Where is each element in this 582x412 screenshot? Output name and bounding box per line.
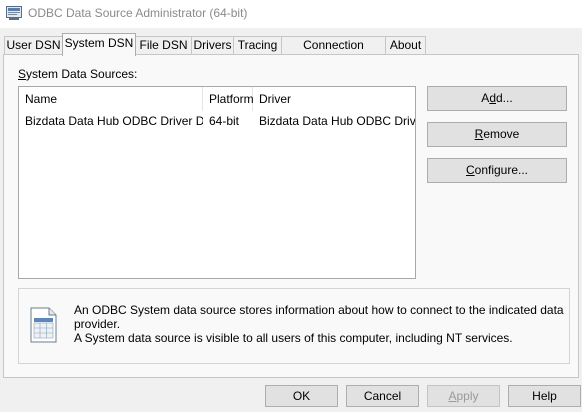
tab-strip: User DSN System DSN File DSN Drivers Tra… <box>0 33 582 68</box>
list-header: Name Platform Driver <box>19 87 415 111</box>
cancel-button[interactable]: Cancel <box>346 385 419 407</box>
system-data-sources-label: System Data Sources: <box>18 67 138 81</box>
tab-panel-system-dsn: System Data Sources: Name Platform Drive… <box>3 54 579 378</box>
info-text-line-2: A System data source is visible to all u… <box>74 331 513 345</box>
tab-file-dsn[interactable]: File DSN <box>135 36 192 54</box>
dsn-driver: Bizdata Data Hub ODBC Driver <box>259 114 415 128</box>
window-title: ODBC Data Source Administrator (64-bit) <box>28 6 248 20</box>
info-text-line-1: An ODBC System data source stores inform… <box>74 303 564 331</box>
column-header-driver[interactable]: Driver <box>253 87 415 111</box>
help-button[interactable]: Help <box>508 385 581 407</box>
ok-button[interactable]: OK <box>265 385 338 407</box>
column-header-platform[interactable]: Platform <box>203 87 254 111</box>
column-header-name[interactable]: Name <box>19 87 203 111</box>
tab-drivers[interactable]: Drivers <box>191 36 234 54</box>
apply-button[interactable]: Apply <box>427 385 500 407</box>
data-source-document-icon <box>30 307 57 343</box>
odbc-admin-icon <box>6 6 22 20</box>
tab-system-dsn[interactable]: System DSN <box>62 33 136 56</box>
dsn-platform: 64-bit <box>209 114 240 128</box>
info-box: An ODBC System data source stores inform… <box>18 288 570 364</box>
list-item[interactable]: Bizdata Data Hub ODBC Driver DSN 64-bit … <box>19 111 415 131</box>
dsn-name: Bizdata Data Hub ODBC Driver DSN <box>25 114 203 128</box>
tab-connection-pooling[interactable]: Connection Pooling <box>281 36 386 68</box>
remove-button[interactable]: Remove <box>427 122 567 147</box>
tab-about[interactable]: About <box>385 36 426 54</box>
system-data-sources-list[interactable]: Name Platform Driver Bizdata Data Hub OD… <box>18 86 416 279</box>
info-text: An ODBC System data source stores inform… <box>74 303 564 345</box>
configure-button[interactable]: Configure... <box>427 158 567 183</box>
tab-user-dsn[interactable]: User DSN <box>4 36 63 54</box>
add-button[interactable]: Add... <box>427 86 567 111</box>
title-bar[interactable]: ODBC Data Source Administrator (64-bit) <box>0 0 582 28</box>
tab-tracing[interactable]: Tracing <box>233 36 282 54</box>
